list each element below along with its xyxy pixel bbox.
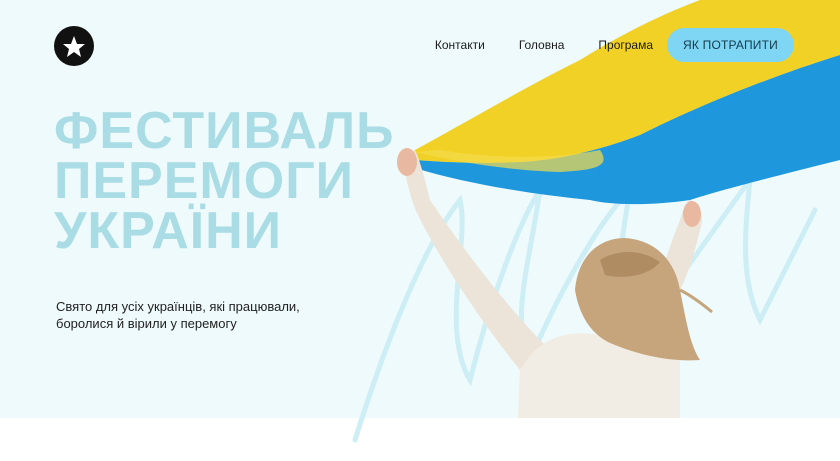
- subtitle-line: Свято для усіх українців, які працювали,: [56, 299, 300, 314]
- subtitle-line: боролися й вірили у перемогу: [56, 316, 237, 331]
- nav-link-home[interactable]: Головна: [519, 38, 565, 52]
- nav-link-program[interactable]: Програма: [598, 38, 653, 52]
- title-line: ФЕСТИВАЛЬ: [54, 102, 395, 160]
- nav-link-contacts[interactable]: Контакти: [435, 38, 485, 52]
- logo[interactable]: [54, 26, 94, 66]
- star-icon: [63, 36, 85, 57]
- title-line: ПЕРЕМОГИ: [54, 152, 355, 210]
- title-line: УКРАЇНИ: [54, 202, 283, 260]
- how-to-get-button[interactable]: ЯК ПОТРАПИТИ: [667, 28, 794, 62]
- main-nav: Контакти Головна Програма ЯК ПОТРАПИТИ: [435, 28, 794, 62]
- hero-subtitle: Свято для усіх українців, які працювали,…: [56, 298, 356, 332]
- page-title: ФЕСТИВАЛЬ ПЕРЕМОГИ УКРАЇНИ: [54, 102, 395, 260]
